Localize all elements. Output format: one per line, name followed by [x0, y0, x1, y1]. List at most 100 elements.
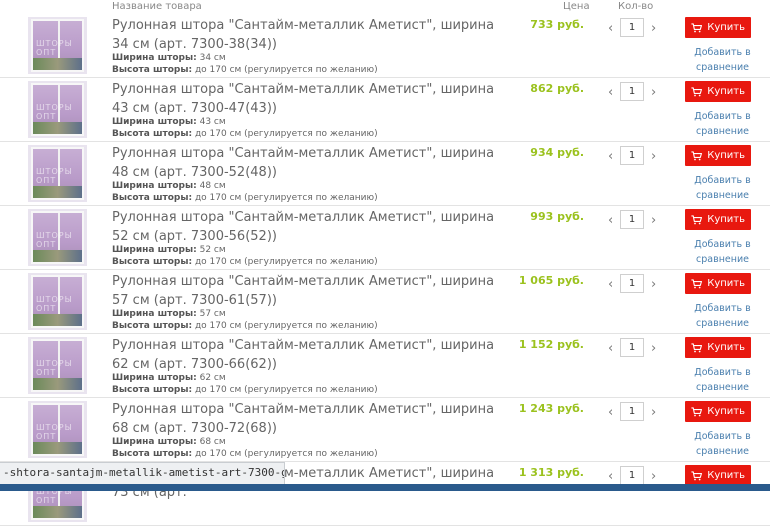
add-to-compare-link[interactable]: Добавить в сравнение	[690, 237, 755, 267]
chevron-left-icon[interactable]: ‹	[608, 213, 613, 228]
buy-button[interactable]: Купить	[685, 17, 751, 38]
buy-button-label: Купить	[707, 278, 745, 289]
chevron-right-icon[interactable]: ›	[651, 149, 656, 164]
chevron-right-icon[interactable]: ›	[651, 277, 656, 292]
spec-height-label: Высота шторы:	[112, 449, 193, 459]
column-qty-header: Кол-во	[618, 1, 654, 12]
buy-button[interactable]: Купить	[685, 337, 751, 358]
spec-width-label: Ширина шторы:	[112, 117, 197, 127]
cart-icon	[691, 150, 702, 160]
product-title-link[interactable]: Рулонная штора "Сантайм-металлик Аметист…	[112, 16, 512, 54]
buy-button-label: Купить	[707, 214, 745, 225]
status-bar-url: -shtora-santajm-metallik-ametist-art-730…	[0, 462, 285, 484]
spec-width-value: 68 см	[196, 437, 226, 447]
spec-width: Ширина шторы: 57 см	[112, 309, 226, 320]
buy-button[interactable]: Купить	[685, 209, 751, 230]
chevron-right-icon[interactable]: ›	[651, 213, 656, 228]
add-to-compare-link[interactable]: Добавить в сравнение	[690, 429, 755, 459]
add-to-compare-link[interactable]: Добавить в сравнение	[690, 173, 755, 203]
spec-width-label: Ширина шторы:	[112, 53, 197, 63]
thumbnail-watermark: ШТОРЫ ОПТ	[36, 295, 73, 313]
chevron-left-icon[interactable]: ‹	[608, 277, 613, 292]
product-title-link[interactable]: Рулонная штора "Сантайм-металлик Аметист…	[112, 208, 512, 246]
product-price: 733 руб.	[530, 18, 584, 31]
spec-width-label: Ширина шторы:	[112, 437, 197, 447]
thumbnail-watermark: ШТОРЫ ОПТ	[36, 359, 73, 377]
chevron-left-icon[interactable]: ‹	[608, 149, 613, 164]
product-price: 1 243 руб.	[518, 402, 584, 415]
chevron-left-icon[interactable]: ‹	[608, 85, 613, 100]
product-title-link[interactable]: Рулонная штора "Сантайм-металлик Аметист…	[112, 80, 512, 118]
product-thumbnail[interactable]: ШТОРЫ ОПТ	[28, 145, 87, 202]
add-to-compare-link[interactable]: Добавить в сравнение	[690, 45, 755, 75]
buy-button[interactable]: Купить	[685, 81, 751, 102]
chevron-right-icon[interactable]: ›	[651, 469, 656, 484]
add-to-compare-link[interactable]: Добавить в сравнение	[690, 365, 755, 395]
thumbnail-watermark: ШТОРЫ ОПТ	[36, 103, 73, 121]
spec-width-value: 43 см	[196, 117, 226, 127]
chevron-left-icon[interactable]: ‹	[608, 21, 613, 36]
quantity-input[interactable]	[620, 466, 644, 485]
chevron-right-icon[interactable]: ›	[651, 85, 656, 100]
quantity-input[interactable]	[620, 210, 644, 229]
buy-button-label: Купить	[707, 86, 745, 97]
product-thumbnail[interactable]: ШТОРЫ ОПТ	[28, 337, 87, 394]
spec-height: Высота шторы: до 170 см (регулируется по…	[112, 321, 378, 332]
spec-height-label: Высота шторы:	[112, 385, 193, 395]
product-price: 934 руб.	[530, 146, 584, 159]
chevron-left-icon[interactable]: ‹	[608, 469, 613, 484]
quantity-input[interactable]	[620, 274, 644, 293]
product-thumbnail[interactable]: ШТОРЫ ОПТ	[28, 17, 87, 74]
chevron-left-icon[interactable]: ‹	[608, 341, 613, 356]
buy-button[interactable]: Купить	[685, 401, 751, 422]
chevron-right-icon[interactable]: ›	[651, 21, 656, 36]
add-to-compare-link[interactable]: Добавить в сравнение	[690, 301, 755, 331]
spec-height-label: Высота шторы:	[112, 129, 193, 139]
product-price: 993 руб.	[530, 210, 584, 223]
quantity-input[interactable]	[620, 402, 644, 421]
spec-height: Высота шторы: до 170 см (регулируется по…	[112, 257, 378, 268]
buy-button[interactable]: Купить	[685, 273, 751, 294]
product-title-link[interactable]: Рулонная штора "Сантайм-металлик Аметист…	[112, 400, 512, 438]
product-list: ШТОРЫ ОПТ Рулонная штора "Сантайм-металл…	[0, 14, 770, 526]
buy-button[interactable]: Купить	[685, 145, 751, 166]
product-title-link[interactable]: Рулонная штора "Сантайм-металлик Аметист…	[112, 144, 512, 182]
product-thumbnail[interactable]: ШТОРЫ ОПТ	[28, 81, 87, 138]
product-title-link[interactable]: Рулонная штора "Сантайм-металлик Аметист…	[112, 272, 512, 310]
cart-icon	[691, 342, 702, 352]
quantity-input[interactable]	[620, 146, 644, 165]
product-row: ШТОРЫ ОПТ Рулонная штора "Сантайм-металл…	[0, 206, 770, 270]
spec-height-value: до 170 см (регулируется по желанию)	[192, 449, 378, 459]
product-thumbnail[interactable]: ШТОРЫ ОПТ	[28, 273, 87, 330]
spec-width: Ширина шторы: 52 см	[112, 245, 226, 256]
spec-width-value: 34 см	[196, 53, 226, 63]
product-title-link[interactable]: Рулонная штора "Сантайм-металлик Аметист…	[112, 336, 512, 374]
spec-width: Ширина шторы: 48 см	[112, 181, 226, 192]
chevron-left-icon[interactable]: ‹	[608, 405, 613, 420]
spec-width-value: 52 см	[196, 245, 226, 255]
buy-button[interactable]: Купить	[685, 465, 751, 486]
cart-icon	[691, 22, 702, 32]
chevron-right-icon[interactable]: ›	[651, 341, 656, 356]
spec-height: Высота шторы: до 170 см (регулируется по…	[112, 449, 378, 460]
cart-icon	[691, 406, 702, 416]
spec-width: Ширина шторы: 34 см	[112, 53, 226, 64]
spec-height-value: до 170 см (регулируется по желанию)	[192, 193, 378, 203]
spec-height-label: Высота шторы:	[112, 321, 193, 331]
cart-icon	[691, 86, 702, 96]
chevron-right-icon[interactable]: ›	[651, 405, 656, 420]
product-row: ШТОРЫ ОПТ Рулонная штора "Сантайм-металл…	[0, 14, 770, 78]
quantity-input[interactable]	[620, 338, 644, 357]
product-thumbnail[interactable]: ШТОРЫ ОПТ	[28, 401, 87, 458]
add-to-compare-link[interactable]: Добавить в сравнение	[690, 109, 755, 139]
cart-icon	[691, 214, 702, 224]
quantity-input[interactable]	[620, 82, 644, 101]
cart-icon	[691, 470, 702, 480]
product-row: ШТОРЫ ОПТ Рулонная штора "Сантайм-металл…	[0, 334, 770, 398]
product-row: ШТОРЫ ОПТ Рулонная штора "Сантайм-металл…	[0, 142, 770, 206]
buy-button-label: Купить	[707, 22, 745, 33]
product-thumbnail[interactable]: ШТОРЫ ОПТ	[28, 209, 87, 266]
thumbnail-watermark: ШТОРЫ ОПТ	[36, 167, 73, 185]
spec-height: Высота шторы: до 170 см (регулируется по…	[112, 193, 378, 204]
quantity-input[interactable]	[620, 18, 644, 37]
